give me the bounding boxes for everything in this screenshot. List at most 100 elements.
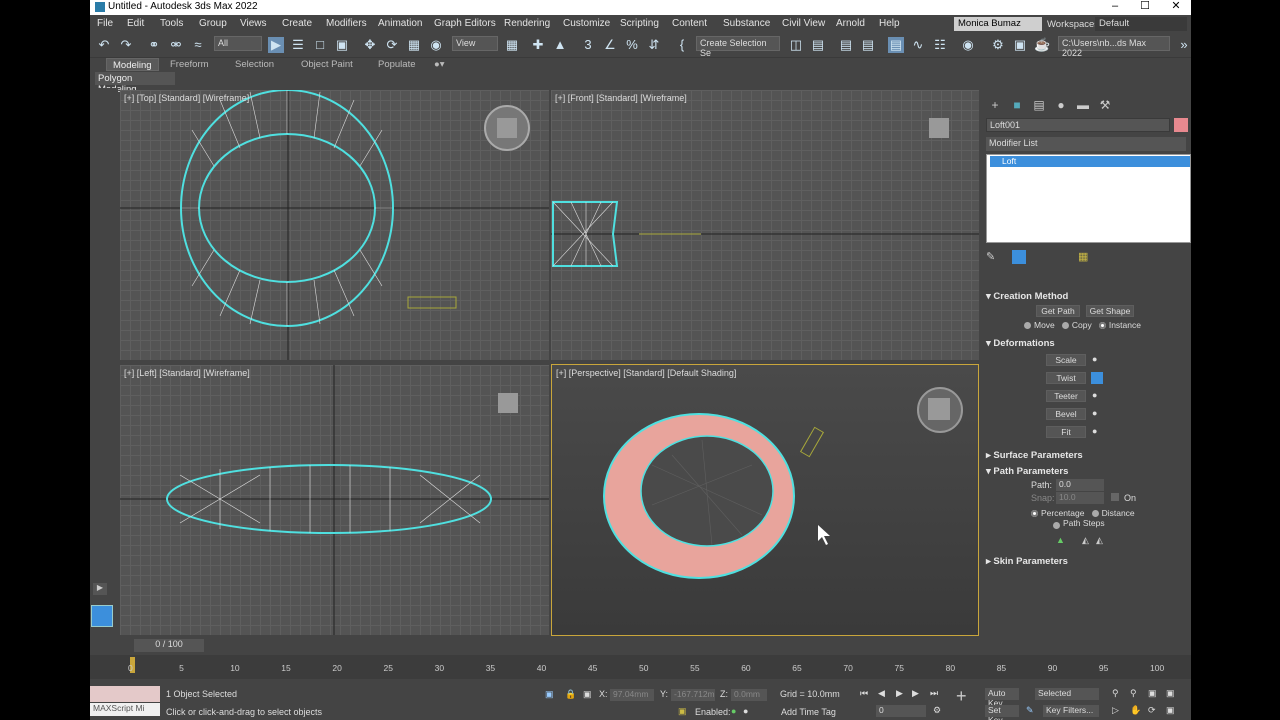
ribbon-toggle-icon[interactable]: ▤ xyxy=(888,37,904,53)
named-selection-set[interactable]: Create Selection Se xyxy=(696,36,780,58)
selection-filter[interactable]: All xyxy=(214,36,262,51)
bevel-deform-button[interactable]: Bevel xyxy=(1046,408,1086,420)
key-tangent-icon[interactable]: ✎ xyxy=(1026,705,1034,716)
zoom-icon[interactable]: ⚲ xyxy=(1112,688,1119,699)
bulb-icon[interactable]: ● xyxy=(1092,390,1097,400)
menu-create[interactable]: Create xyxy=(282,18,312,29)
render-setup-icon[interactable]: ⚙ xyxy=(990,37,1006,53)
viewport-label-left[interactable]: [+] [Left] [Standard] [Wireframe] xyxy=(124,368,250,378)
menu-group[interactable]: Group xyxy=(199,18,227,29)
time-tag-icon[interactable]: ● xyxy=(743,706,748,716)
previous-frame-icon[interactable]: ◀ xyxy=(878,688,885,699)
set-key-icon[interactable]: + xyxy=(956,686,967,707)
twist-deform-button[interactable]: Twist xyxy=(1046,372,1086,384)
path-steps-radio[interactable] xyxy=(1053,521,1060,529)
menu-help[interactable]: Help xyxy=(879,18,900,29)
select-manipulate-icon[interactable]: ✚ xyxy=(530,37,546,53)
place-icon[interactable]: ◉ xyxy=(428,37,444,53)
menu-tools[interactable]: Tools xyxy=(160,18,183,29)
move-radio[interactable] xyxy=(1024,322,1031,330)
fit-deform-button[interactable]: Fit xyxy=(1046,426,1086,438)
menu-customize[interactable]: Customize xyxy=(563,18,610,29)
schematic-view-icon[interactable]: ☷ xyxy=(932,37,948,53)
viewport-left[interactable]: [+] [Left] [Standard] [Wireframe] xyxy=(120,365,549,635)
bulb-icon[interactable]: ● xyxy=(1092,354,1097,364)
z-coordinate[interactable]: 0.0mm xyxy=(731,689,767,701)
field-of-view-icon[interactable]: ▷ xyxy=(1112,705,1119,716)
ribbon-options-icon[interactable]: ●▾ xyxy=(428,58,451,71)
orbit-icon[interactable]: ⟳ xyxy=(1148,705,1156,716)
redo-icon[interactable]: ↷ xyxy=(118,37,134,53)
menu-scripting[interactable]: Scripting xyxy=(620,18,659,29)
viewport-top[interactable]: [+] [Top] [Standard] [Wireframe] xyxy=(120,90,549,360)
auto-key-button[interactable]: Auto Key xyxy=(985,688,1019,708)
tab-modeling[interactable]: Modeling xyxy=(106,58,159,71)
enabled-toggle-icon[interactable]: ● xyxy=(731,706,736,716)
link-icon[interactable]: ⚭ xyxy=(146,37,162,53)
path-spinner[interactable]: 0.0 xyxy=(1056,479,1104,491)
utilities-tab-icon[interactable]: ⚒ xyxy=(1098,98,1112,112)
unlink-icon[interactable]: ⚮ xyxy=(168,37,184,53)
set-key-button[interactable]: Set Key xyxy=(985,705,1019,720)
rotate-icon[interactable]: ⟳ xyxy=(384,37,400,53)
teeter-deform-button[interactable]: Teeter xyxy=(1046,390,1086,402)
tab-freeform[interactable]: Freeform xyxy=(164,58,215,71)
viewport-layout-icon[interactable] xyxy=(91,605,113,627)
modify-tab-icon[interactable]: ■ xyxy=(1010,98,1024,112)
close-icon[interactable]: ✕ xyxy=(1161,0,1191,14)
hierarchy-tab-icon[interactable]: ▤ xyxy=(1032,98,1046,112)
tab-selection[interactable]: Selection xyxy=(229,58,280,71)
x-coordinate[interactable]: 97.04mm xyxy=(610,689,654,701)
layer-explorer-icon[interactable]: ▤ xyxy=(860,37,876,53)
bulb-icon[interactable] xyxy=(1091,372,1103,384)
keyboard-shortcut-icon[interactable]: ▲ xyxy=(552,37,568,53)
snap-on-checkbox[interactable] xyxy=(1111,493,1119,501)
get-path-button[interactable]: Get Path xyxy=(1036,305,1080,317)
rollout-title[interactable]: ▾ Path Parameters xyxy=(986,466,1184,477)
material-editor-icon[interactable]: ◉ xyxy=(960,37,976,53)
isolate-selection-icon[interactable]: ▣ xyxy=(545,689,554,700)
stack-item-loft[interactable]: Loft xyxy=(990,156,1190,167)
scale-icon[interactable]: ▦ xyxy=(406,37,422,53)
time-config-icon[interactable]: ⚙ xyxy=(933,705,941,716)
go-to-end-icon[interactable]: ⏭ xyxy=(930,688,938,699)
viewport-label-perspective[interactable]: [+] [Perspective] [Standard] [Default Sh… xyxy=(556,368,736,378)
align-icon[interactable]: ▤ xyxy=(810,37,826,53)
get-shape-button[interactable]: Get Shape xyxy=(1086,305,1134,317)
render-production-icon[interactable]: ☕ xyxy=(1034,37,1050,53)
object-name-field[interactable]: Loft001 xyxy=(986,118,1170,132)
named-selection-icon[interactable]: { xyxy=(674,37,690,53)
menu-substance[interactable]: Substance xyxy=(723,18,770,29)
bulb-icon[interactable]: ● xyxy=(1092,426,1097,436)
time-slider[interactable]: 0 / 100 xyxy=(134,639,204,652)
modifier-list-dropdown[interactable]: Modifier List xyxy=(986,137,1186,151)
motion-tab-icon[interactable]: ● xyxy=(1054,98,1068,112)
previous-shape-icon[interactable]: ◭ xyxy=(1082,535,1089,546)
create-tab-icon[interactable]: + xyxy=(988,98,1002,112)
zoom-all-icon[interactable]: ⚲ xyxy=(1130,688,1137,699)
maxscript-mini-listener[interactable]: MAXScript Mi xyxy=(90,703,160,716)
snaps-toggle-icon[interactable]: 3 xyxy=(580,37,596,53)
chevron-right-icon[interactable]: » xyxy=(1176,37,1191,53)
absolute-mode-icon[interactable]: ▣ xyxy=(583,689,592,700)
selection-lock-icon[interactable]: 🔒 xyxy=(565,689,576,700)
instance-radio[interactable] xyxy=(1098,322,1106,330)
project-path[interactable]: C:\Users\nb...ds Max 2022 xyxy=(1058,36,1170,58)
pan-icon[interactable]: ✋ xyxy=(1130,705,1141,716)
pin-stack-icon[interactable]: ✎ xyxy=(986,250,995,263)
select-by-name-icon[interactable]: ☰ xyxy=(290,37,306,53)
select-object-icon[interactable]: ▶ xyxy=(268,37,284,53)
next-frame-icon[interactable]: ▶ xyxy=(912,688,919,699)
show-end-result-icon[interactable] xyxy=(1012,250,1026,264)
percent-snap-icon[interactable]: % xyxy=(624,37,640,53)
rect-selection-icon[interactable]: □ xyxy=(312,37,328,53)
minimize-icon[interactable]: – xyxy=(1100,0,1130,14)
distance-radio[interactable] xyxy=(1091,510,1099,518)
undo-icon[interactable]: ↶ xyxy=(96,37,112,53)
object-color-swatch[interactable] xyxy=(1174,118,1188,132)
percentage-radio[interactable] xyxy=(1031,510,1038,518)
menu-edit[interactable]: Edit xyxy=(127,18,144,29)
menu-modifiers[interactable]: Modifiers xyxy=(326,18,367,29)
menu-civil-view[interactable]: Civil View xyxy=(782,18,825,29)
menu-content[interactable]: Content xyxy=(672,18,707,29)
